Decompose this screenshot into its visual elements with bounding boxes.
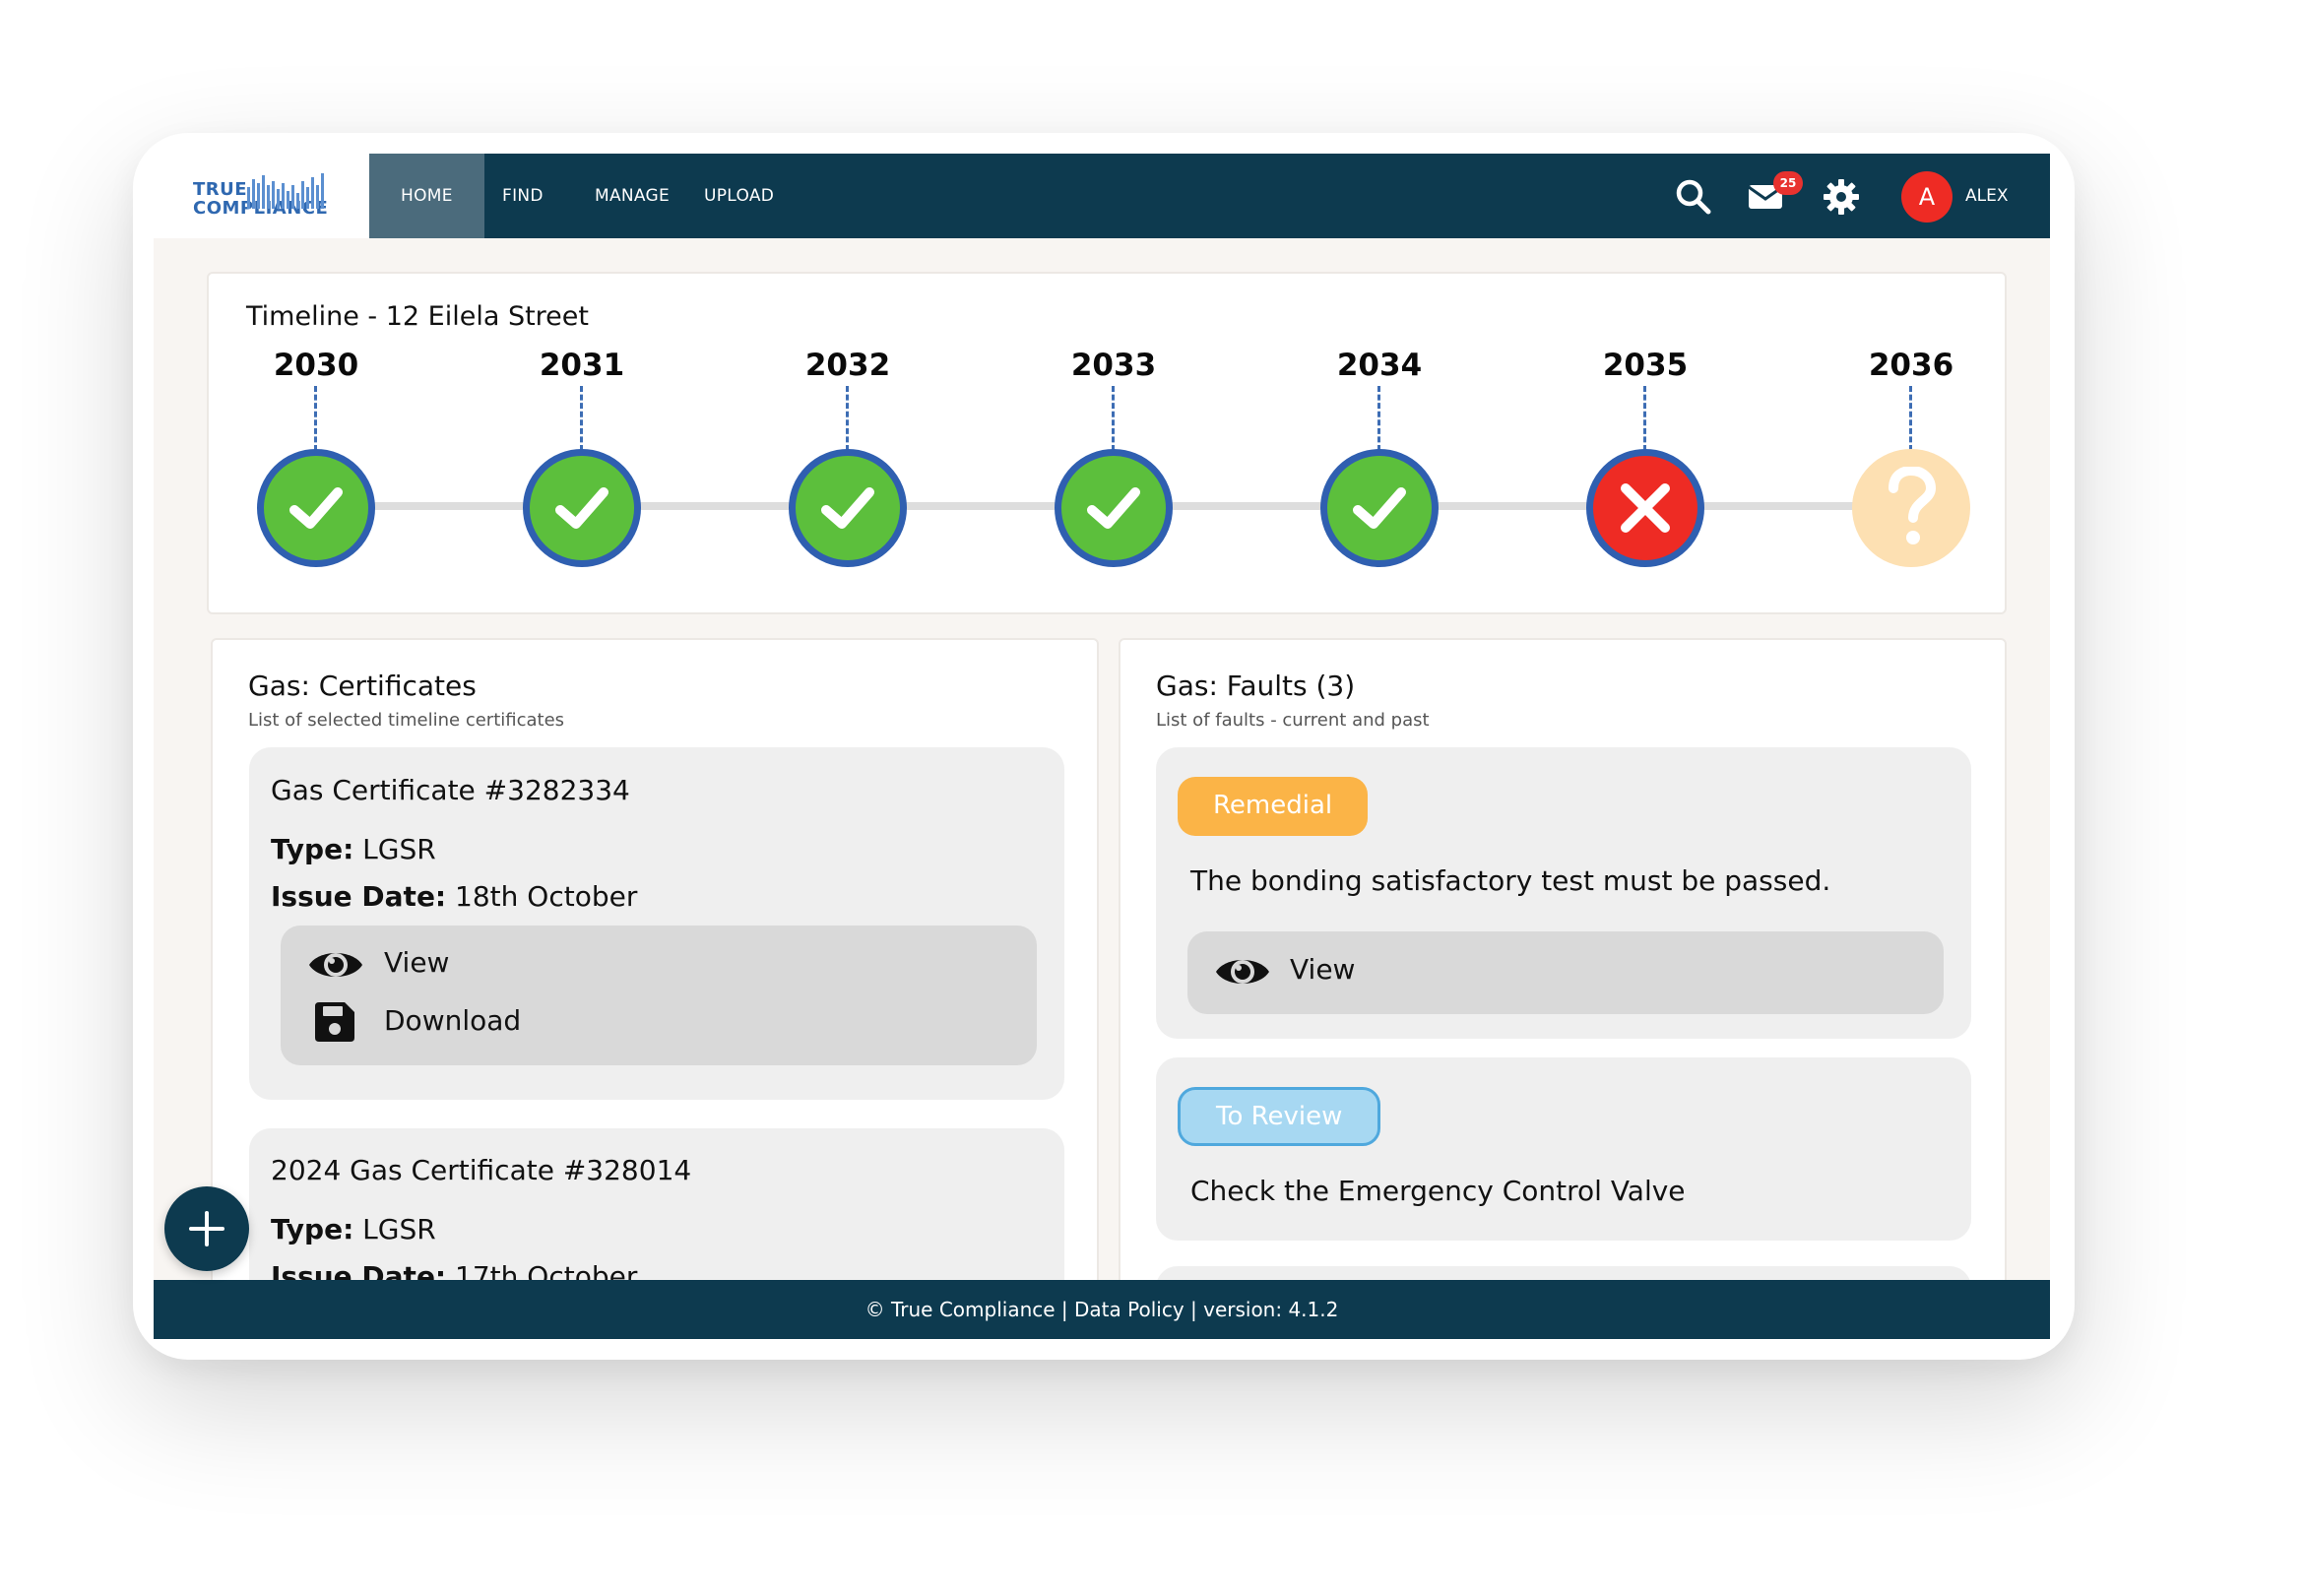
timeline-node-pass[interactable] — [523, 449, 641, 567]
question-icon — [1889, 467, 1937, 544]
timeline-node-pass[interactable] — [257, 449, 375, 567]
timeline-connector — [1643, 386, 1646, 451]
status-badge-remedial: Remedial — [1178, 777, 1369, 836]
logo-skyline-icon — [247, 173, 324, 209]
fault-description: Check the Emergency Control Valve — [1190, 1175, 1686, 1207]
eye-icon[interactable] — [307, 944, 364, 986]
timeline-connector — [846, 386, 849, 451]
timeline-year-2030: 2030 — [273, 348, 359, 383]
certificate-type: Type: LGSR — [271, 1213, 436, 1245]
username[interactable]: ALEX — [1965, 154, 2009, 238]
check-icon — [821, 487, 874, 529]
timeline-node-pass[interactable] — [1055, 449, 1173, 567]
timeline-connector — [580, 386, 583, 451]
status-badge-review: To Review — [1178, 1087, 1381, 1146]
check-icon — [555, 487, 608, 529]
plus-icon — [189, 1211, 224, 1246]
eye-icon[interactable] — [1214, 951, 1271, 992]
certificate-issue-date: Issue Date: 18th October — [271, 880, 638, 913]
footer: © True Compliance | Data Policy | versio… — [154, 1280, 2050, 1339]
timeline-node-pass[interactable] — [1320, 449, 1439, 567]
view-button[interactable]: View — [1290, 953, 1355, 986]
certificates-subtitle: List of selected timeline certificates — [248, 710, 565, 731]
check-icon — [1087, 487, 1140, 529]
timeline-node-pass[interactable] — [789, 449, 907, 567]
timeline-year-2032: 2032 — [804, 348, 891, 383]
certificate-title: Gas Certificate #3282334 — [271, 774, 630, 806]
cross-icon — [1621, 483, 1670, 533]
timeline-connector — [314, 386, 317, 451]
faults-title: Gas: Faults (3) — [1156, 670, 1356, 702]
save-icon[interactable] — [313, 1000, 356, 1044]
timeline-year-2033: 2033 — [1070, 348, 1157, 383]
timeline-connector — [1909, 386, 1912, 451]
nav-find[interactable]: FIND — [471, 154, 575, 238]
check-icon — [289, 487, 343, 529]
check-icon — [1353, 487, 1406, 529]
view-button[interactable]: View — [384, 946, 449, 979]
timeline-node-fail[interactable] — [1586, 449, 1704, 567]
fault-description: The bonding satisfactory test must be pa… — [1190, 864, 1831, 897]
timeline-year-2036: 2036 — [1868, 348, 1954, 383]
mail-badge: 25 — [1773, 171, 1803, 195]
search-icon[interactable] — [1674, 177, 1713, 217]
download-button[interactable]: Download — [384, 1004, 521, 1037]
timeline-connector — [1377, 386, 1380, 451]
nav-home[interactable]: HOME — [369, 154, 484, 238]
faults-subtitle: List of faults - current and past — [1156, 710, 1430, 731]
certificate-type: Type: LGSR — [271, 833, 436, 865]
app-screen: TRUE COMPLIANCE HOME FIND MANAGE UPLOAD — [154, 154, 2050, 1339]
logo[interactable]: TRUE COMPLIANCE — [154, 154, 369, 238]
timeline-node-unknown[interactable] — [1852, 449, 1970, 567]
nav-upload[interactable]: UPLOAD — [672, 154, 805, 238]
timeline-year-2031: 2031 — [539, 348, 625, 383]
timeline-connector — [1112, 386, 1115, 451]
timeline-year-2035: 2035 — [1602, 348, 1689, 383]
certificate-title: 2024 Gas Certificate #328014 — [271, 1154, 692, 1186]
timeline-year-2034: 2034 — [1336, 348, 1423, 383]
gear-icon[interactable] — [1822, 177, 1861, 217]
top-navbar: TRUE COMPLIANCE HOME FIND MANAGE UPLOAD — [154, 154, 2050, 238]
timeline-title: Timeline - 12 Eilela Street — [246, 301, 589, 332]
fault-card[interactable] — [1156, 1057, 1971, 1241]
avatar[interactable]: A — [1901, 171, 1953, 223]
add-button[interactable] — [164, 1186, 249, 1271]
certificates-title: Gas: Certificates — [248, 670, 477, 702]
